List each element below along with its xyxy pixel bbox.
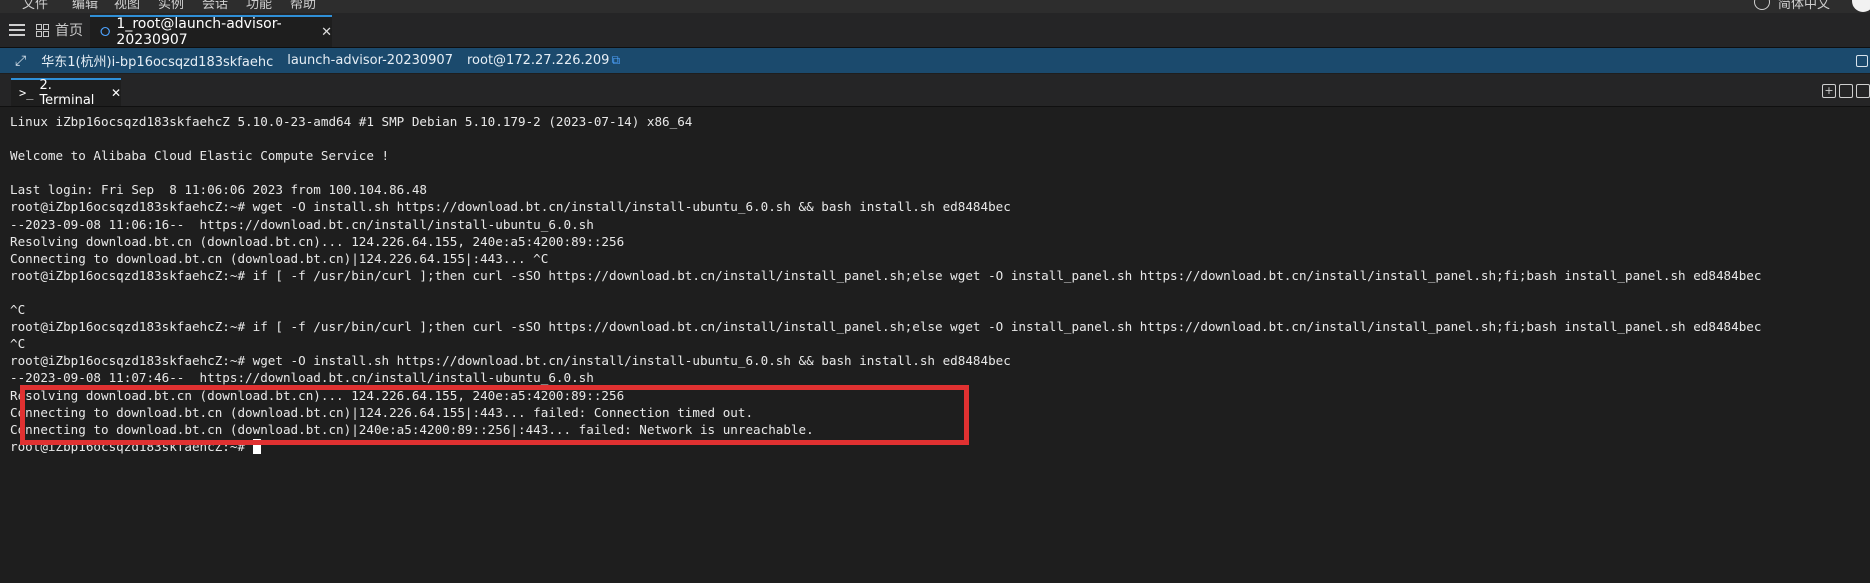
new-terminal-icon[interactable]: + <box>1822 84 1836 98</box>
tab-session[interactable]: ⭘ 1_root@launch-advisor-20230907 ✕ <box>90 15 332 48</box>
menu-function[interactable]: 功能 <box>246 0 272 12</box>
panel-icon[interactable] <box>1856 55 1868 67</box>
menu-bar: 文件 编辑 视图 实例 会话 功能 帮助 简体中文 <box>0 0 1870 13</box>
split-horizontal-icon[interactable] <box>1856 84 1870 98</box>
menu-session[interactable]: 会话 <box>202 0 228 12</box>
tab-terminal-label: 2. Terminal <box>39 78 95 108</box>
terminal-line: root@iZbp16ocsqzd183skfaehcZ:~# if [ -f … <box>10 319 1762 335</box>
instance-info-bar: ⤢ 华东1(杭州)i-bp16ocsqzd183skfaehc launch-a… <box>0 48 1870 73</box>
avatar[interactable] <box>1852 0 1870 12</box>
menu-file[interactable]: 文件 <box>22 0 48 12</box>
terminal-toolbar: + <box>1822 84 1870 98</box>
close-icon[interactable]: ✕ <box>321 25 332 40</box>
globe-icon[interactable] <box>1754 0 1770 10</box>
menu-view[interactable]: 视图 <box>114 0 140 12</box>
menu-edit[interactable]: 编辑 <box>72 0 98 12</box>
tab-terminal[interactable]: >_ 2. Terminal ✕ <box>11 78 121 108</box>
region-instance-id: 华东1(杭州)i-bp16ocsqzd183skfaehc <box>41 55 274 70</box>
terminal-line: root@iZbp16ocsqzd183skfaehcZ:~# wget -O … <box>10 353 1011 369</box>
terminal-line: Welcome to Alibaba Cloud Elastic Compute… <box>10 148 390 164</box>
terminal-line: Resolving download.bt.cn (download.bt.cn… <box>10 233 625 249</box>
terminal-line: ^C <box>10 336 26 352</box>
terminal-line: Last login: Fri Sep 8 11:06:06 2023 from… <box>10 182 428 198</box>
terminal-line: Linux iZbp16ocsqzd183skfaehcZ 5.10.0-23-… <box>10 114 693 129</box>
tab-session-label: 1_root@launch-advisor-20230907 <box>116 16 282 48</box>
terminal-output[interactable]: Linux iZbp16ocsqzd183skfaehcZ 5.10.0-23-… <box>10 113 1860 573</box>
terminal-line: Connecting to download.bt.cn (download.b… <box>10 250 549 266</box>
connection-icon: ⭘ <box>100 24 111 40</box>
tab-home[interactable]: 首页 <box>36 13 83 47</box>
terminal-line: --2023-09-08 11:07:46-- https://download… <box>10 370 594 386</box>
terminal-line: ^C <box>10 302 26 318</box>
menu-help[interactable]: 帮助 <box>290 0 316 12</box>
terminal-line: root@iZbp16ocsqzd183skfaehcZ:~# wget -O … <box>10 199 1011 215</box>
collapse-icon[interactable]: ⤢ <box>15 53 26 69</box>
error-highlight-box <box>20 385 969 445</box>
grid-icon <box>36 23 49 37</box>
copy-icon[interactable]: ⧉ <box>611 53 620 68</box>
user-ip: root@172.27.226.209 <box>466 53 610 68</box>
language-selector[interactable]: 简体中文 <box>1778 0 1830 12</box>
tab-home-label: 首页 <box>55 23 83 39</box>
terminal-line: root@iZbp16ocsqzd183skfaehcZ:~# if [ -f … <box>10 267 1762 283</box>
session-tab-bar: 首页 ⭘ 1_root@launch-advisor-20230907 ✕ <box>0 13 1870 48</box>
close-icon[interactable]: ✕ <box>111 86 121 100</box>
terminal-line: --2023-09-08 11:06:16-- https://download… <box>10 216 594 232</box>
instance-name: launch-advisor-20230907 <box>287 53 453 68</box>
menu-instance[interactable]: 实例 <box>158 0 184 12</box>
terminal-tab-bar: >_ 2. Terminal ✕ + <box>0 74 1870 108</box>
split-vertical-icon[interactable] <box>1839 84 1853 98</box>
terminal-icon: >_ <box>19 86 34 100</box>
menu-toggle-icon[interactable] <box>9 24 25 36</box>
